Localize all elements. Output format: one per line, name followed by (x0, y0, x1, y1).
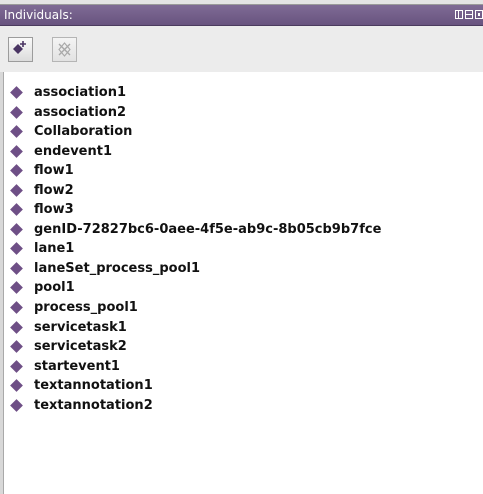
panel-icon-rows[interactable] (465, 10, 473, 19)
individual-diamond-icon (10, 281, 23, 295)
individual-label: flow3 (34, 202, 74, 218)
individual-diamond-icon (10, 242, 23, 256)
individual-diamond-icon (10, 320, 23, 334)
individual-label: textannotation1 (34, 378, 153, 394)
individual-label: genID-72827bc6-0aee-4f5e-ab9c-8b05cb9b7f… (34, 221, 382, 237)
add-individual-button[interactable] (8, 37, 33, 62)
individual-label: flow1 (34, 163, 74, 179)
individual-diamond-icon (10, 105, 23, 119)
individual-label: association1 (34, 85, 127, 100)
individual-label: servicetask1 (34, 319, 127, 335)
diamond-add-icon (13, 41, 26, 54)
individual-diamond-icon (10, 125, 23, 138)
individual-diamond-icon (10, 262, 23, 275)
individual-label: laneSet_process_pool1 (34, 260, 201, 276)
individual-label: startevent1 (34, 358, 120, 374)
individual-diamond-icon (10, 398, 23, 412)
individual-diamond-icon (10, 222, 23, 236)
individual-label: lane1 (34, 241, 75, 257)
individual-diamond-icon (10, 183, 23, 197)
individual-label: endevent1 (34, 143, 112, 159)
individual-diamond-icon (10, 203, 23, 217)
individual-label: textannotation2 (34, 397, 153, 413)
delete-individual-button[interactable] (52, 37, 77, 62)
individual-label: process_pool1 (34, 300, 138, 316)
panel-title-bar: Individuals: (0, 5, 483, 26)
individual-diamond-icon (10, 301, 23, 314)
individual-diamond-icon (10, 164, 23, 178)
list-left-edge (0, 72, 4, 494)
individual-label: Collaboration (34, 124, 133, 140)
panel-icon-columns[interactable] (455, 10, 463, 19)
individuals-panel: Individuals: association1 association2 Col… (0, 0, 483, 494)
view-switch-icons (455, 10, 483, 19)
individual-label: association2 (34, 104, 127, 120)
panel-title: Individuals: (4, 8, 73, 22)
individual-label: pool1 (34, 280, 75, 296)
individuals-toolbar (0, 26, 483, 72)
individuals-list-area: association1 association2 Collaboration end… (0, 72, 483, 494)
individual-label: servicetask2 (34, 339, 127, 355)
individual-label: flow2 (34, 182, 74, 198)
individual-diamond-icon (10, 86, 23, 99)
panel-icon-single[interactable] (475, 10, 483, 19)
individual-diamond-icon (10, 144, 23, 158)
individual-diamond-icon (10, 340, 23, 353)
individual-diamond-icon (10, 379, 23, 393)
diamond-delete-icon (58, 42, 71, 57)
individual-diamond-icon (10, 359, 23, 373)
